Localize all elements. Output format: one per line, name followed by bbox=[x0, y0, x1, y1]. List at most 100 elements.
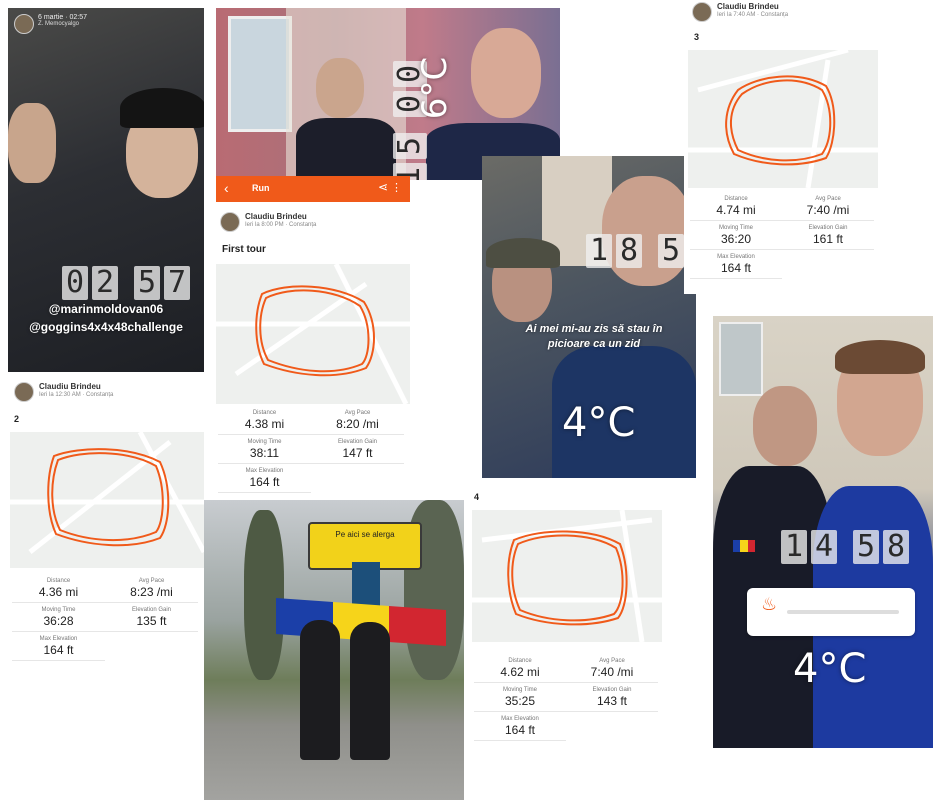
temperature-sticker: 6°C bbox=[415, 56, 456, 120]
clock-digit: 4 bbox=[811, 530, 837, 564]
person-left bbox=[316, 58, 364, 118]
athlete-name[interactable]: Claudiu Brindeu bbox=[245, 212, 316, 221]
run-header: Claudiu Brindeu Ieri la 12:30 AM · Const… bbox=[14, 382, 113, 402]
route-svg bbox=[10, 430, 204, 554]
story-selfie-1: 6 martie · 02:57 Z. Memocyalgo 0 2 5 7 @… bbox=[8, 8, 204, 372]
stat-distance: Distance 4.38 mi bbox=[218, 410, 311, 435]
run-card-2[interactable]: Claudiu Brindeu Ieri la 12:30 AM · Const… bbox=[6, 376, 204, 680]
hat bbox=[120, 88, 204, 128]
temperature-sticker: 4°C bbox=[793, 646, 867, 692]
window bbox=[228, 16, 292, 132]
temperature-sticker: 4°C bbox=[562, 400, 636, 446]
hat-left bbox=[486, 238, 560, 268]
clock-digit: 1 bbox=[781, 530, 807, 564]
clock-sticker: 1 8 5 7 bbox=[586, 234, 696, 268]
route-map[interactable] bbox=[10, 430, 204, 568]
stat-max-elevation: Max Elevation 164 ft bbox=[474, 716, 566, 741]
story-caption: Ai mei mi-au zis să stau în picioare ca … bbox=[525, 323, 663, 350]
avatar bbox=[14, 382, 34, 402]
run-stats: Distance 4.38 mi Avg Pace 8:20 /mi Moving … bbox=[218, 410, 404, 493]
clock-digit: 5 bbox=[392, 133, 427, 159]
run-stats: Distance 4.62 mi Avg Pace 7:40 /mi Moving … bbox=[474, 658, 658, 741]
run-index: 3 bbox=[694, 32, 700, 42]
map-roads bbox=[688, 47, 878, 189]
route-map[interactable] bbox=[472, 509, 662, 643]
story-selfie-4: 1 4 5 8 ♨ 4°C bbox=[713, 316, 933, 748]
stat-elevation-gain: Elevation Gain 143 ft bbox=[566, 687, 658, 712]
route-line bbox=[259, 289, 370, 373]
mention-1[interactable]: @marinmoldovan06 bbox=[8, 302, 204, 316]
stat-max-elevation: Max Elevation 164 ft bbox=[690, 254, 782, 279]
route-svg bbox=[216, 262, 410, 406]
route-line bbox=[51, 452, 164, 542]
emoji-slider[interactable]: ♨ bbox=[747, 588, 915, 636]
run-header: Claudiu Brindeu Ieri la 7:40 AM · Consta… bbox=[692, 2, 788, 22]
clock-digit: 8 bbox=[883, 530, 909, 564]
person-left bbox=[8, 103, 56, 183]
stat-moving-time: Moving Time 35:25 bbox=[474, 687, 566, 712]
stat-max-elevation: Max Elevation 164 ft bbox=[218, 468, 311, 493]
route-line bbox=[507, 530, 628, 626]
clock-digit: 7 bbox=[164, 266, 190, 300]
person-left bbox=[753, 386, 817, 466]
clock-digit: 8 bbox=[616, 234, 642, 268]
clock-sticker: 1 4 5 8 bbox=[781, 530, 909, 564]
run-index: 2 bbox=[14, 414, 20, 424]
person-left-body bbox=[296, 118, 396, 180]
run-stats: Distance 4.74 mi Avg Pace 7:40 /mi Moving … bbox=[690, 196, 874, 279]
athlete-name[interactable]: Claudiu Brindeu bbox=[717, 2, 788, 11]
run-index: 4 bbox=[474, 492, 480, 502]
stat-pace: Avg Pace 8:20 /mi bbox=[311, 410, 404, 435]
clock-digit: 5 bbox=[134, 266, 160, 300]
story-user-header: 6 martie · 02:57 Z. Memocyalgo bbox=[14, 14, 87, 34]
story-user-line1: 6 martie · 02:57 bbox=[38, 14, 88, 21]
banner-text: Pe aici se alerga bbox=[335, 530, 395, 539]
run-card-first-tour[interactable]: Claudiu Brindeu Ieri la 8:00 PM · Consta… bbox=[212, 204, 410, 510]
stat-max-elevation: Max Elevation 164 ft bbox=[12, 636, 105, 661]
run-title: First tour bbox=[222, 244, 266, 255]
slider-track[interactable] bbox=[787, 610, 899, 614]
stat-moving-time: Moving Time 36:28 bbox=[12, 607, 105, 632]
route-map[interactable] bbox=[216, 262, 410, 406]
athlete-name[interactable]: Claudiu Brindeu bbox=[39, 382, 113, 391]
stat-pace: Avg Pace 7:40 /mi bbox=[566, 658, 658, 683]
stat-elevation-gain: Elevation Gain 147 ft bbox=[311, 439, 404, 464]
route-svg bbox=[688, 47, 878, 189]
clock-digit: 5 bbox=[658, 234, 684, 268]
map-roads bbox=[216, 262, 410, 406]
avatar bbox=[692, 2, 712, 22]
app-bar-title: Run bbox=[252, 183, 270, 193]
stat-moving-time: Moving Time 38:11 bbox=[218, 439, 311, 464]
stat-distance: Distance 4.36 mi bbox=[12, 578, 105, 603]
back-arrow-icon[interactable]: ‹ bbox=[224, 180, 229, 196]
window bbox=[719, 322, 763, 396]
mention-2[interactable]: @goggins4x4x48challenge bbox=[8, 320, 204, 334]
run-card-4[interactable]: 4 Distance 4.62 mi Avg Pace 7:40 /mi Movin… bbox=[468, 486, 664, 764]
hair-right bbox=[835, 340, 925, 374]
more-icon[interactable]: ⋮ bbox=[391, 181, 402, 194]
run-card-3[interactable]: Claudiu Brindeu Ieri la 7:40 AM · Consta… bbox=[684, 0, 880, 294]
stat-moving-time: Moving Time 36:20 bbox=[690, 225, 782, 250]
badge-flag bbox=[733, 540, 755, 552]
route-line bbox=[511, 534, 624, 622]
strava-app-bar: ‹ Run ⋖ ⋮ bbox=[216, 176, 410, 202]
clock-digit: 2 bbox=[92, 266, 118, 300]
run-meta: Ieri la 7:40 AM · Constanța bbox=[717, 12, 789, 18]
clock-digit: 5 bbox=[853, 530, 879, 564]
run-stats: Distance 4.36 mi Avg Pace 8:23 /mi Moving … bbox=[12, 578, 198, 661]
run-header: Claudiu Brindeu Ieri la 8:00 PM · Consta… bbox=[220, 212, 316, 232]
person-right bbox=[350, 622, 390, 760]
clock-digit: 1 bbox=[586, 234, 612, 268]
person-left bbox=[300, 620, 340, 760]
stat-distance: Distance 4.74 mi bbox=[690, 196, 782, 221]
share-icon[interactable]: ⋖ bbox=[378, 180, 388, 194]
stat-distance: Distance 4.62 mi bbox=[474, 658, 566, 683]
stat-elevation-gain: Elevation Gain 135 ft bbox=[105, 607, 198, 632]
map-roads bbox=[472, 509, 662, 643]
avatar bbox=[220, 212, 240, 232]
route-map[interactable] bbox=[688, 47, 878, 189]
stat-pace: Avg Pace 8:23 /mi bbox=[105, 578, 198, 603]
stat-elevation-gain: Elevation Gain 161 ft bbox=[782, 225, 874, 250]
flame-icon[interactable]: ♨ bbox=[761, 594, 777, 614]
route-svg bbox=[472, 509, 662, 643]
